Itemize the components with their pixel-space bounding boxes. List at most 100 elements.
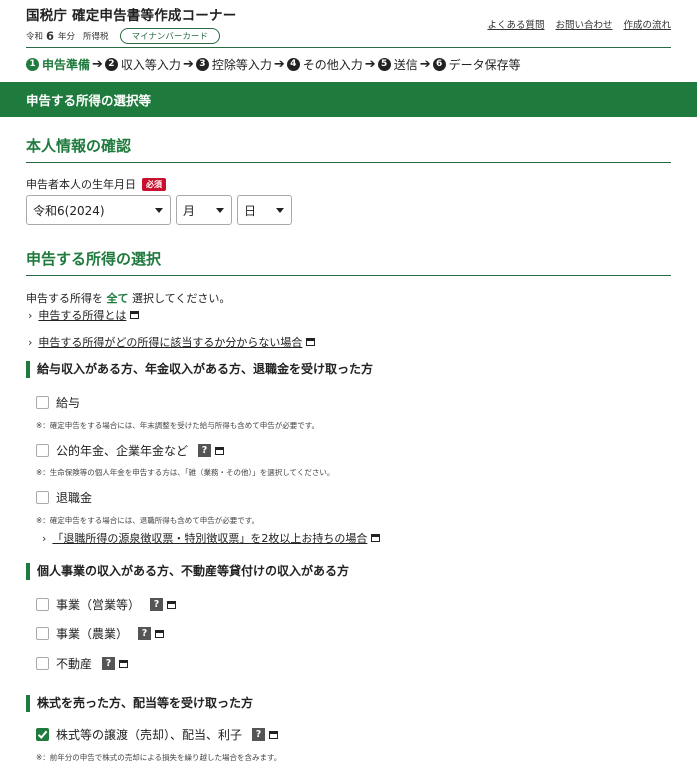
income-instruction: 申告する所得を 全て 選択してください。 <box>26 290 230 306</box>
salary-note: ※：確定申告をする場合には、年末調整を受けた給与所得も含めて申告が必要です。 <box>36 421 320 430</box>
step-3: 3 控除等入力 <box>195 56 272 73</box>
external-window-icon <box>306 338 316 346</box>
realestate-label: 不動産 <box>56 657 93 671</box>
salary-label: 給与 <box>56 396 81 410</box>
flow-link[interactable]: 作成の流れ <box>623 17 671 31</box>
salary-checkbox[interactable] <box>36 396 49 409</box>
retirement-note: ※：確定申告をする場合には、退職所得も含めて申告が必要です。 <box>36 516 260 525</box>
arrow-right-icon: ➔ <box>364 56 376 72</box>
step-3-number: 3 <box>195 57 209 71</box>
pension-checkbox-row[interactable]: 公的年金、企業年金など ? <box>36 442 225 459</box>
dropdown-caret-icon <box>216 208 224 213</box>
arrow-right-icon: ➔ <box>92 56 103 72</box>
step-5: 5 送信 <box>377 56 418 73</box>
step-3-label: 控除等入力 <box>211 57 272 72</box>
arrow-right-icon: ➔ <box>273 56 285 72</box>
stock-checkbox[interactable] <box>36 728 49 741</box>
header-links: よくある質問 お問い合わせ 作成の流れ <box>476 17 671 31</box>
required-badge: 必須 <box>142 177 166 191</box>
retirement-label: 退職金 <box>56 491 93 505</box>
farm-checkbox[interactable] <box>36 627 49 640</box>
instruction-text-2: 選択してください。 <box>132 292 231 305</box>
era-year: 6 <box>46 29 55 43</box>
external-window-icon <box>130 311 140 319</box>
month-select-value: 月 <box>183 203 196 218</box>
help-icon[interactable]: ? <box>150 598 164 611</box>
external-window-icon <box>371 534 381 542</box>
step-1: 1 申告準備 <box>26 56 90 73</box>
external-window-icon <box>167 600 177 609</box>
arrow-right-icon: ➔ <box>182 56 194 72</box>
day-select[interactable]: 日 <box>237 195 292 225</box>
tax-year-line: 令和 6 年分 所得税 マイナンバーカード <box>26 28 220 44</box>
stock-note: ※：前年分の申告で株式の売却による損失を繰り越した場合を含みます。 <box>36 753 282 762</box>
chevron-right-icon: › <box>28 308 33 322</box>
step-6: 6 データ保存等 <box>432 56 521 73</box>
page-title-banner: 申告する所得の選択等 <box>0 82 697 117</box>
stock-checkbox-row[interactable]: 株式等の譲渡（売却）、配当、利子 ? <box>36 726 279 743</box>
step-4-label: その他入力 <box>302 57 363 72</box>
business-checkbox-row[interactable]: 事業（営業等） ? <box>36 596 177 613</box>
help-icon[interactable]: ? <box>138 627 152 640</box>
dropdown-caret-icon <box>276 208 284 213</box>
help-icon[interactable]: ? <box>102 657 116 670</box>
era-prefix: 令和 <box>26 32 44 42</box>
arrow-right-icon: ➔ <box>419 56 431 72</box>
farm-label: 事業（農業） <box>56 627 129 641</box>
stock-label: 株式等の譲渡（売却）、配当、利子 <box>56 728 243 742</box>
instruction-text-1: 申告する所得を <box>26 292 103 305</box>
retirement-checkbox-row[interactable]: 退職金 <box>36 489 92 506</box>
month-select[interactable]: 月 <box>176 195 232 225</box>
birthdate-label-text: 申告者本人の生年月日 <box>26 178 136 191</box>
pension-label: 公的年金、企業年金など <box>56 444 189 458</box>
era-suffix: 年分 <box>58 32 76 42</box>
step-1-label: 申告準備 <box>42 57 91 72</box>
business-label: 事業（営業等） <box>56 598 141 612</box>
what-is-income-link[interactable]: 申告する所得とは <box>38 307 126 323</box>
step-2: 2 収入等入力 <box>104 56 181 73</box>
step-6-label: データ保存等 <box>448 57 521 72</box>
unsure-income-link-row: › 申告する所得がどの所得に該当するか分からない場合 <box>28 334 316 350</box>
checkmark-icon <box>37 730 48 739</box>
site-title[interactable]: 国税庁 確定申告書等作成コーナー <box>26 4 236 24</box>
help-icon[interactable]: ? <box>252 728 266 741</box>
pension-checkbox[interactable] <box>36 444 49 457</box>
help-icon[interactable]: ? <box>198 444 212 457</box>
unsure-income-link[interactable]: 申告する所得がどの所得に該当するか分からない場合 <box>38 334 302 350</box>
group-business-heading: 個人事業の収入がある方、不動産等貸付けの収入がある方 <box>26 563 349 580</box>
farm-checkbox-row[interactable]: 事業（農業） ? <box>36 625 165 642</box>
external-window-icon <box>215 446 225 455</box>
dropdown-caret-icon <box>155 208 163 213</box>
birthdate-label: 申告者本人の生年月日 必須 <box>26 176 166 192</box>
era-year-select-value: 令和6(2024) <box>33 203 105 218</box>
tax-type: 所得税 <box>83 32 109 42</box>
personal-info-heading: 本人情報の確認 <box>26 135 671 163</box>
contact-link[interactable]: お問い合わせ <box>555 17 612 31</box>
external-window-icon <box>155 629 165 638</box>
progress-steps: 1 申告準備 ➔ 2 収入等入力 ➔ 3 控除等入力 ➔ 4 その他入力 ➔ 5… <box>26 55 521 73</box>
realestate-checkbox-row[interactable]: 不動産 ? <box>36 655 129 672</box>
salary-checkbox-row[interactable]: 給与 <box>36 394 80 411</box>
business-checkbox[interactable] <box>36 598 49 611</box>
group-salary-pension-heading: 給与収入がある方、年金収入がある方、退職金を受け取った方 <box>26 361 373 378</box>
chevron-right-icon: › <box>28 335 33 349</box>
realestate-checkbox[interactable] <box>36 657 49 670</box>
site-header: 国税庁 確定申告書等作成コーナー 令和 6 年分 所得税 マイナンバーカード よ… <box>26 0 671 48</box>
step-2-label: 収入等入力 <box>120 57 181 72</box>
retirement-checkbox[interactable] <box>36 491 49 504</box>
chevron-right-icon: › <box>42 531 47 545</box>
retirement-multiple-link-row: › 「退職所得の源泉徴収票・特別徴収票」を2枚以上お持ちの場合 <box>42 530 381 546</box>
retirement-multiple-link[interactable]: 「退職所得の源泉徴収票・特別徴収票」を2枚以上お持ちの場合 <box>52 530 367 546</box>
what-is-income-link-row: › 申告する所得とは <box>28 307 140 323</box>
step-4-number: 4 <box>286 57 300 71</box>
group-stock-heading: 株式を売った方、配当等を受け取った方 <box>26 695 253 712</box>
income-selection-heading: 申告する所得の選択 <box>26 248 671 276</box>
era-year-select[interactable]: 令和6(2024) <box>26 195 171 225</box>
external-window-icon <box>269 730 279 739</box>
pension-note: ※：生命保険等の個人年金を申告する方は、「雑（業務・その他）」を選択してください… <box>36 468 335 477</box>
day-select-value: 日 <box>244 203 257 218</box>
faq-link[interactable]: よくある質問 <box>487 17 544 31</box>
step-4: 4 その他入力 <box>286 56 363 73</box>
step-5-label: 送信 <box>393 57 418 72</box>
step-5-number: 5 <box>377 57 391 71</box>
